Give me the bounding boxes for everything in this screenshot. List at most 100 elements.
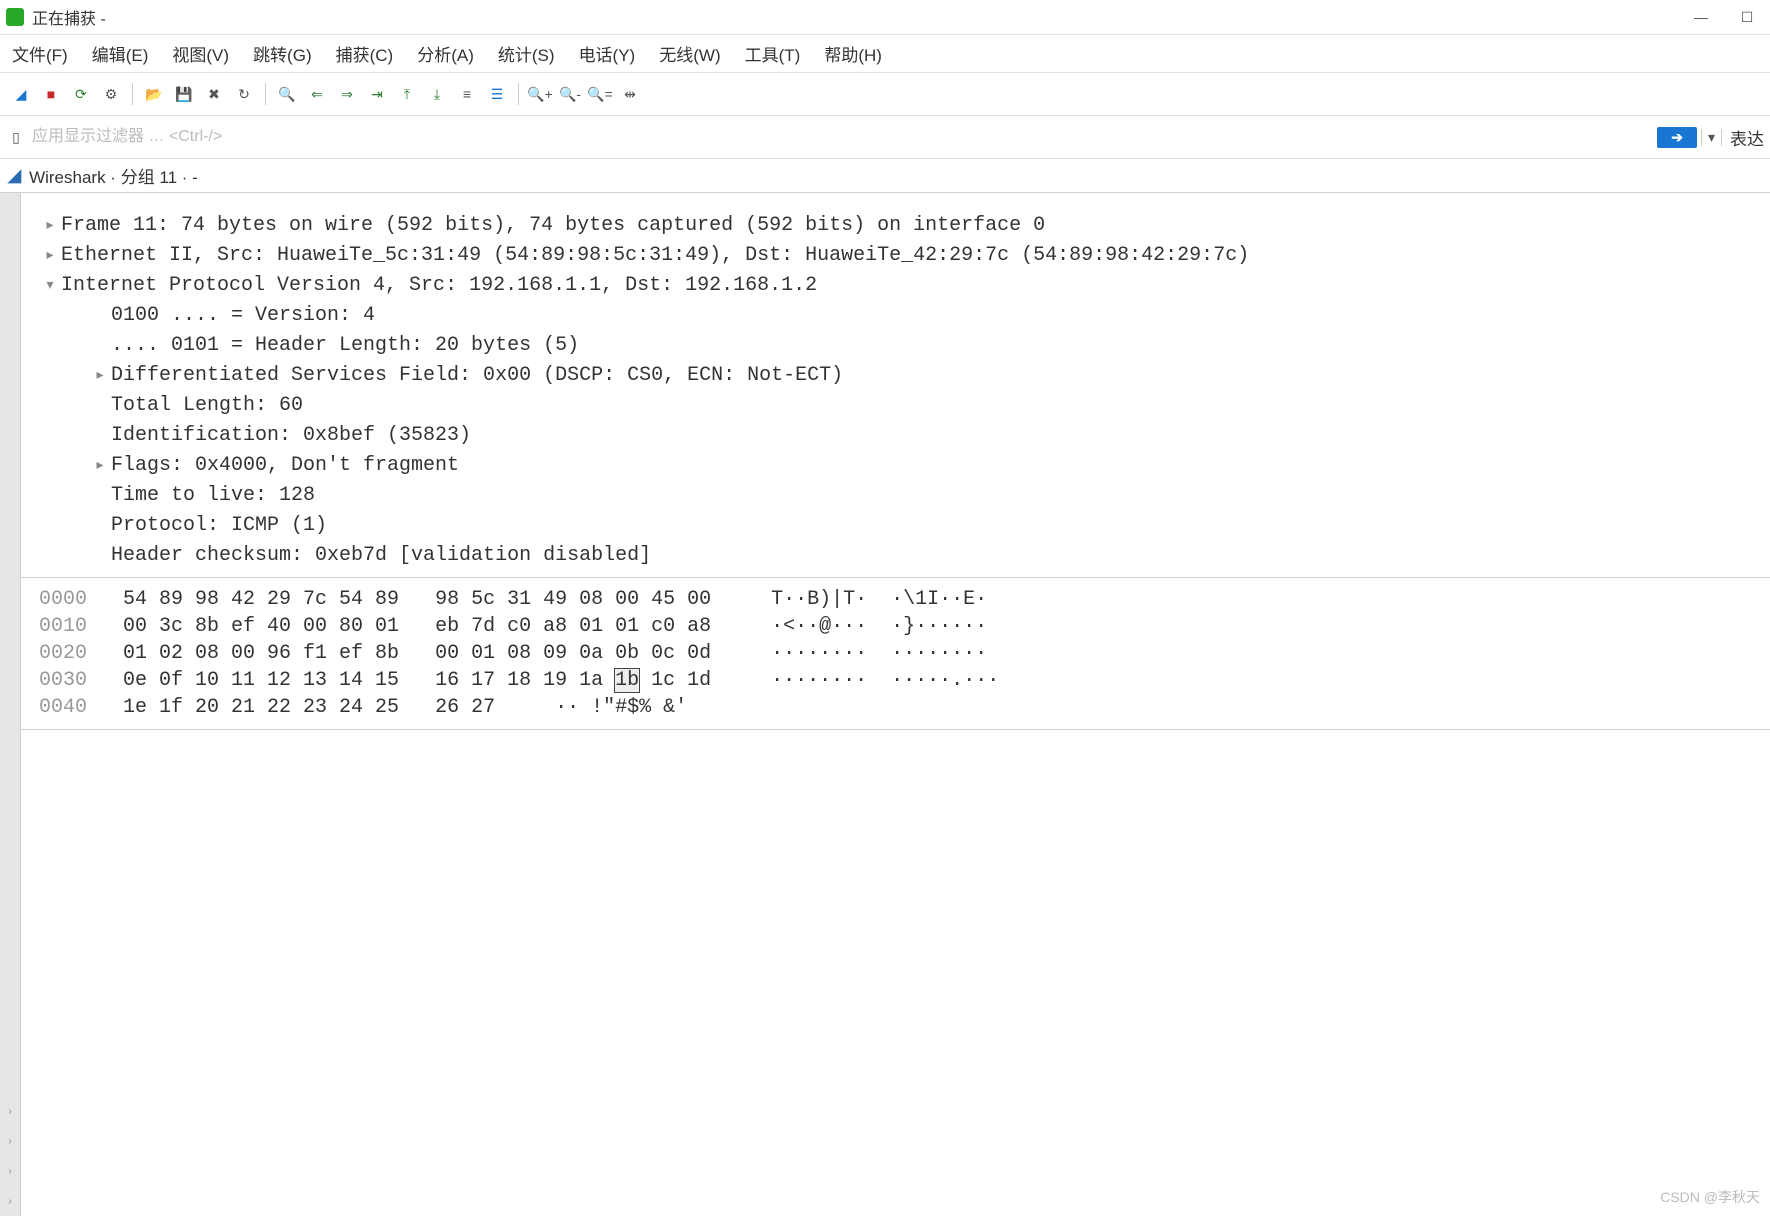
hex-row[interactable]: 0000 54 89 98 42 29 7c 54 89 98 5c 31 49… <box>39 586 1752 613</box>
detail-line[interactable]: 0100 .... = Version: 4 <box>43 301 1758 331</box>
detail-text: Time to live: 128 <box>111 481 315 511</box>
maximize-button[interactable]: ☐ <box>1724 0 1770 34</box>
detail-line[interactable]: Protocol: ICMP (1) <box>43 511 1758 541</box>
toolbar-separator <box>132 83 133 105</box>
menu-item[interactable]: 编辑(E) <box>92 41 149 66</box>
detail-line[interactable]: Header checksum: 0xeb7d [validation disa… <box>43 541 1758 571</box>
filter-dropdown-icon[interactable]: ▾ <box>1701 129 1722 146</box>
expand-closed-icon[interactable]: ▸ <box>93 451 107 481</box>
menu-item[interactable]: 捕获(C) <box>336 41 394 66</box>
bookmark-filter-icon[interactable]: ▯ <box>6 129 26 146</box>
detail-line[interactable]: .... 0101 = Header Length: 20 bytes (5) <box>43 331 1758 361</box>
no-toggle <box>93 391 107 421</box>
reload-icon[interactable]: ↻ <box>231 81 257 107</box>
go-first-icon[interactable]: ⤒ <box>394 81 420 107</box>
open-file-icon[interactable]: 📂 <box>141 81 167 107</box>
detail-line[interactable]: Identification: 0x8bef (35823) <box>43 421 1758 451</box>
detail-line[interactable]: ▸Frame 11: 74 bytes on wire (592 bits), … <box>43 211 1758 241</box>
detail-line[interactable]: ▸Flags: 0x4000, Don't fragment <box>43 451 1758 481</box>
detail-text: Header checksum: 0xeb7d [validation disa… <box>111 541 651 571</box>
menu-item[interactable]: 跳转(G) <box>253 41 312 66</box>
toolbar-separator <box>265 83 266 105</box>
no-toggle <box>93 301 107 331</box>
app-icon <box>6 8 24 26</box>
detail-text: Flags: 0x4000, Don't fragment <box>111 451 459 481</box>
jump-icon[interactable]: ⇥ <box>364 81 390 107</box>
options-icon[interactable]: ⚙ <box>98 81 124 107</box>
expand-closed-icon[interactable]: ▸ <box>93 361 107 391</box>
zoom-in-icon[interactable]: 🔍+ <box>527 81 553 107</box>
no-toggle <box>93 421 107 451</box>
detail-text: Internet Protocol Version 4, Src: 192.16… <box>61 271 817 301</box>
close-icon[interactable]: ✖ <box>201 81 227 107</box>
hex-offset: 0010 <box>39 615 123 638</box>
menu-item[interactable]: 分析(A) <box>417 41 474 66</box>
zoom-out-icon[interactable]: 🔍- <box>557 81 583 107</box>
hex-ascii: ········ ········ <box>771 642 987 665</box>
hex-offset: 0040 <box>39 696 123 719</box>
menu-item[interactable]: 视图(V) <box>172 41 229 66</box>
expand-closed-icon[interactable]: ▸ <box>43 241 57 271</box>
save-icon[interactable]: 💾 <box>171 81 197 107</box>
display-filter-input[interactable] <box>30 123 1653 151</box>
restart-capture-icon[interactable]: ⟳ <box>68 81 94 107</box>
no-toggle <box>93 511 107 541</box>
hex-bytes: 0e 0f 10 11 12 13 14 15 16 17 18 19 1a <box>123 669 615 692</box>
go-back-icon[interactable]: ⇐ <box>304 81 330 107</box>
title-bar: 正在捕获 - — ☐ <box>0 0 1770 35</box>
detail-text: Ethernet II, Src: HuaweiTe_5c:31:49 (54:… <box>61 241 1249 271</box>
menu-item[interactable]: 无线(W) <box>659 41 720 66</box>
resize-columns-icon[interactable]: ⇹ <box>617 81 643 107</box>
no-toggle <box>93 541 107 571</box>
menu-item[interactable]: 电话(Y) <box>579 41 636 66</box>
hex-row[interactable]: 0040 1e 1f 20 21 22 23 24 25 26 27 ·· !"… <box>39 694 1752 721</box>
apply-filter-button[interactable]: ➔ <box>1657 127 1697 148</box>
hex-row[interactable]: 0020 01 02 08 00 96 f1 ef 8b 00 01 08 09… <box>39 640 1752 667</box>
stop-capture-icon[interactable]: ■ <box>38 81 64 107</box>
detail-text: Total Length: 60 <box>111 391 303 421</box>
zoom-reset-icon[interactable]: 🔍= <box>587 81 613 107</box>
hex-offset: 0030 <box>39 669 123 692</box>
content-area: › › › › ▸Frame 11: 74 bytes on wire (592… <box>0 193 1770 1216</box>
detail-line[interactable]: Time to live: 128 <box>43 481 1758 511</box>
toolbar-separator <box>518 83 519 105</box>
hex-ascii: ·· !"#$% &' <box>555 696 687 719</box>
expand-open-icon[interactable]: ▾ <box>43 271 57 301</box>
hex-offset: 0020 <box>39 642 123 665</box>
minimize-button[interactable]: — <box>1678 0 1724 34</box>
hex-row[interactable]: 0010 00 3c 8b ef 40 00 80 01 eb 7d c0 a8… <box>39 613 1752 640</box>
menu-item[interactable]: 工具(T) <box>745 41 801 66</box>
window-controls: — ☐ <box>1678 0 1770 34</box>
auto-scroll-icon[interactable]: ≡ <box>454 81 480 107</box>
menu-item[interactable]: 文件(F) <box>12 41 68 66</box>
go-forward-icon[interactable]: ⇒ <box>334 81 360 107</box>
detail-line[interactable]: ▸Differentiated Services Field: 0x00 (DS… <box>43 361 1758 391</box>
packet-details-pane[interactable]: ▸Frame 11: 74 bytes on wire (592 bits), … <box>21 193 1770 578</box>
hex-row[interactable]: 0030 0e 0f 10 11 12 13 14 15 16 17 18 19… <box>39 667 1752 694</box>
expand-closed-icon[interactable]: ▸ <box>43 211 57 241</box>
hex-ascii: T··B)|T· ·\1I··E· <box>771 588 987 611</box>
panes: ▸Frame 11: 74 bytes on wire (592 bits), … <box>20 193 1770 1216</box>
hex-bytes: 1c 1d <box>639 669 711 692</box>
hex-ascii: ········ ·····.··· <box>771 669 999 692</box>
hex-byte-selected: 1b <box>615 669 639 692</box>
detail-line[interactable]: Total Length: 60 <box>43 391 1758 421</box>
no-toggle <box>93 331 107 361</box>
menu-item[interactable]: 统计(S) <box>498 41 555 66</box>
detail-line[interactable]: ▸Ethernet II, Src: HuaweiTe_5c:31:49 (54… <box>43 241 1758 271</box>
detail-text: 0100 .... = Version: 4 <box>111 301 375 331</box>
detail-text: .... 0101 = Header Length: 20 bytes (5) <box>111 331 579 361</box>
shark-fin-icon[interactable]: ◢ <box>8 81 34 107</box>
find-icon[interactable]: 🔍 <box>274 81 300 107</box>
go-last-icon[interactable]: ⤓ <box>424 81 450 107</box>
window-title: 正在捕获 - <box>32 5 106 29</box>
packet-bytes-pane[interactable]: 0000 54 89 98 42 29 7c 54 89 98 5c 31 49… <box>21 578 1770 730</box>
detail-line[interactable]: ▾Internet Protocol Version 4, Src: 192.1… <box>43 271 1758 301</box>
menu-item[interactable]: 帮助(H) <box>824 41 882 66</box>
hex-bytes: 1e 1f 20 21 22 23 24 25 26 27 <box>123 696 495 719</box>
hex-bytes: 00 3c 8b ef 40 00 80 01 eb 7d c0 a8 01 0… <box>123 615 711 638</box>
colorize-icon[interactable]: ☰ <box>484 81 510 107</box>
hex-bytes: 01 02 08 00 96 f1 ef 8b 00 01 08 09 0a 0… <box>123 642 711 665</box>
watermark: CSDN @李秋天 <box>1660 1187 1760 1207</box>
expression-button[interactable]: 表达 <box>1722 125 1764 150</box>
